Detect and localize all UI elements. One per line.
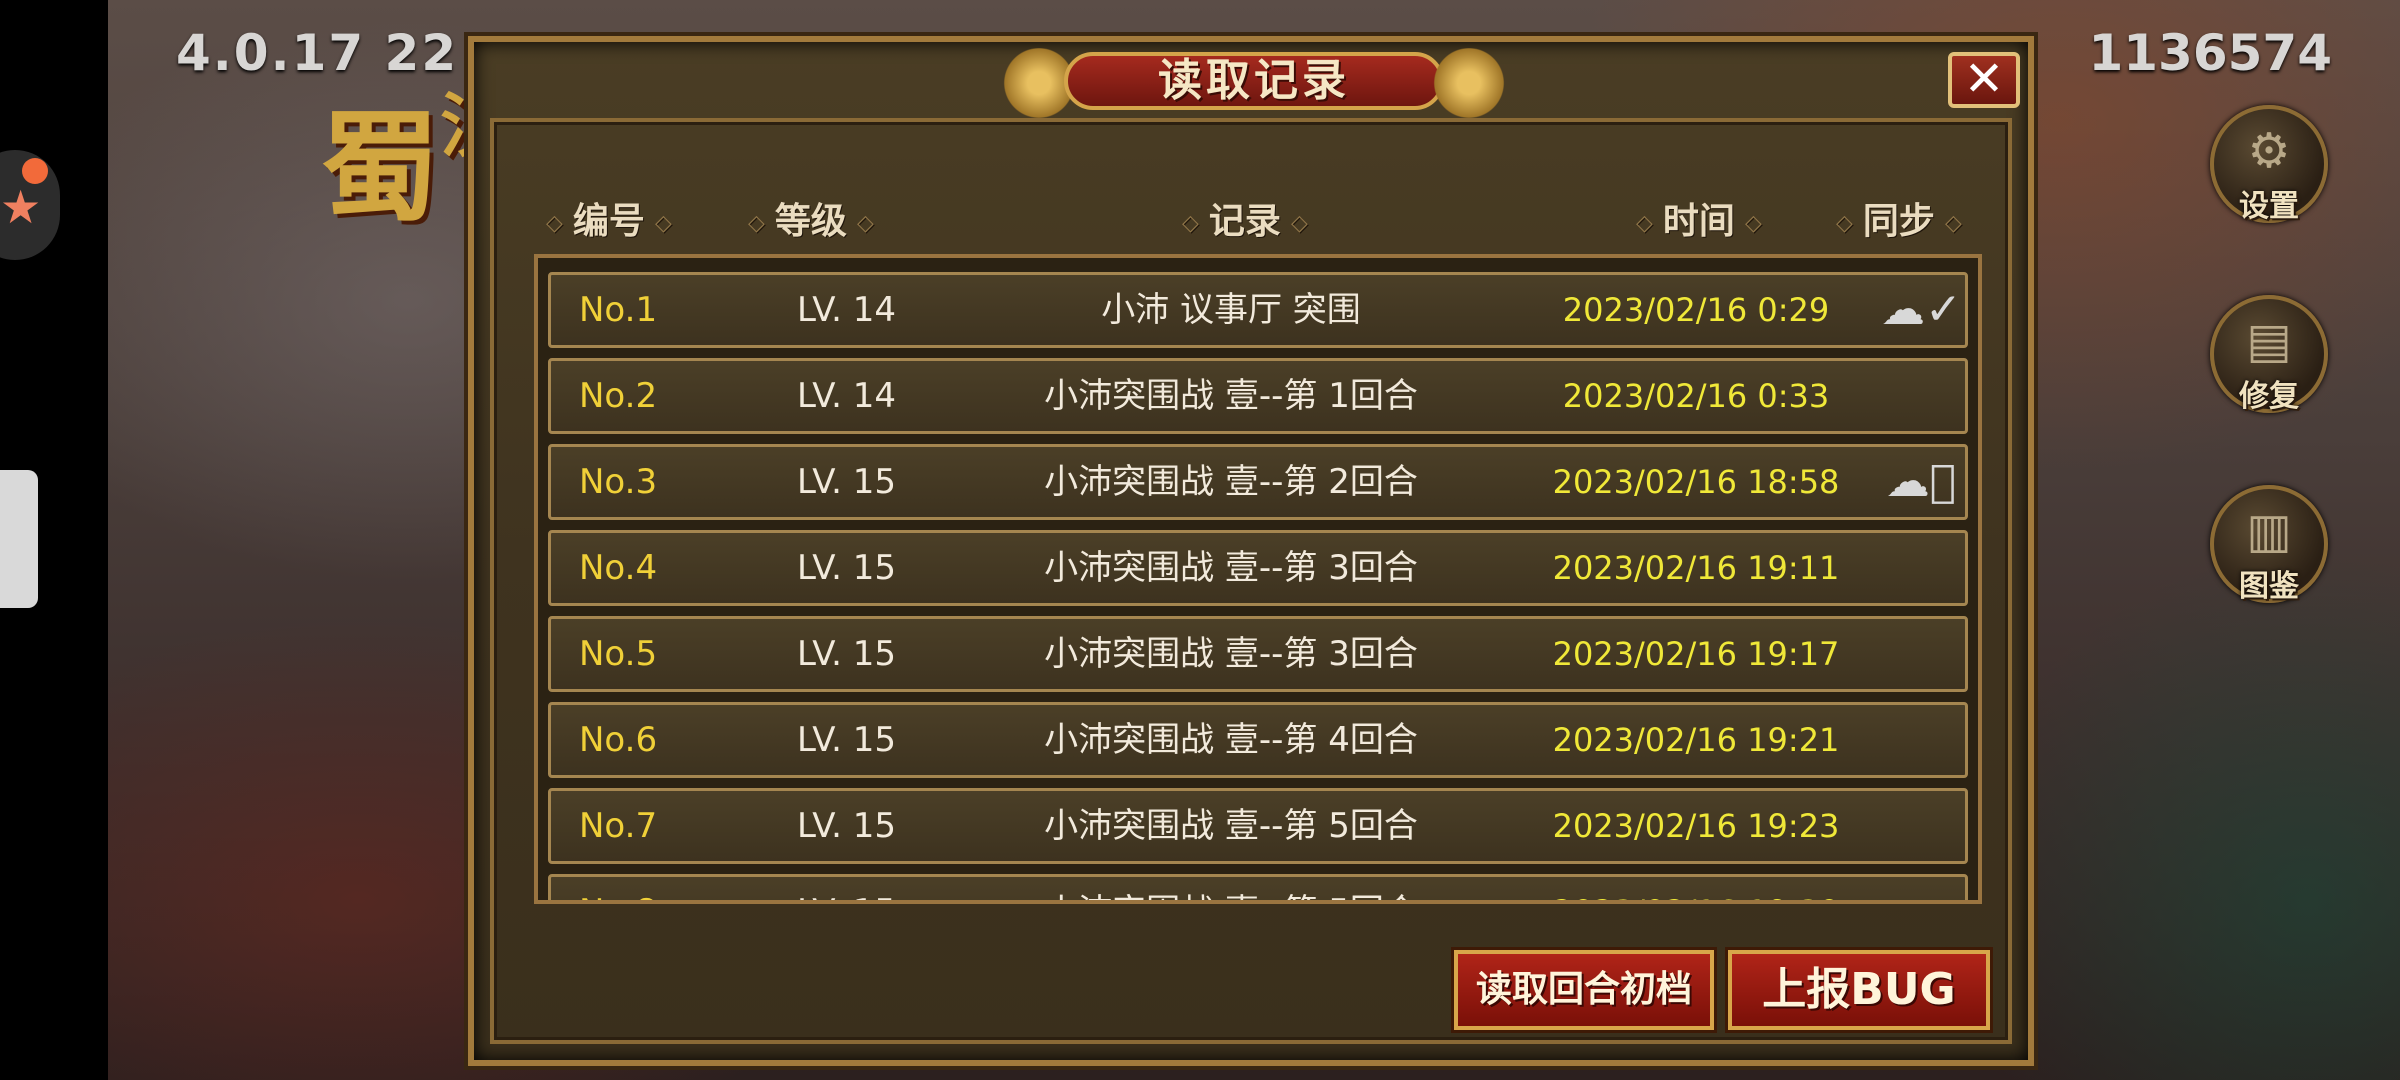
notification-dot bbox=[22, 158, 48, 184]
row-record: 小沛突围战 壹--第 1回合 bbox=[1044, 376, 1418, 416]
book-icon: ▥ bbox=[2246, 503, 2292, 559]
table-row[interactable]: No.5 LV. 15 小沛突围战 壹--第 3回合 2023/02/16 19… bbox=[548, 616, 1968, 692]
row-record: 小沛突围战 壹--第 4回合 bbox=[1044, 720, 1418, 760]
gear-icon: ⚙ bbox=[2247, 123, 2291, 179]
logo-main: 蜀 bbox=[320, 97, 440, 238]
row-time: 2023/02/16 19:23 bbox=[1552, 807, 1840, 845]
row-level: LV. 15 bbox=[797, 634, 896, 674]
row-level: LV. 14 bbox=[797, 376, 896, 416]
row-record: 小沛突围战 壹--第 3回合 bbox=[1044, 548, 1418, 588]
row-number: No.8 bbox=[579, 877, 657, 900]
row-level: LV. 15 bbox=[797, 462, 896, 502]
edge-panel-handle[interactable] bbox=[0, 470, 38, 608]
row-record: 小沛突围战 壹--第 2回合 bbox=[1044, 462, 1418, 502]
row-number: No.3 bbox=[579, 462, 658, 502]
row-time: 2023/02/16 19:11 bbox=[1552, 549, 1840, 587]
close-icon: ✕ bbox=[1963, 51, 2005, 107]
row-number: No.1 bbox=[579, 290, 658, 330]
row-level: LV. 14 bbox=[797, 290, 896, 330]
codex-button[interactable]: ▥ 图鉴 bbox=[2210, 485, 2328, 604]
table-row[interactable]: No.7 LV. 15 小沛突围战 壹--第 5回合 2023/02/16 19… bbox=[548, 788, 1968, 864]
load-record-dialog: 读取记录 ✕ 编号 等级 记录 时间 同步 No.1 LV. 14 小沛 议事厅… bbox=[468, 36, 2034, 1066]
column-header-sync: 同步 bbox=[1826, 192, 1972, 244]
settings-button[interactable]: ⚙ 设置 bbox=[2210, 105, 2328, 224]
star-icon: ★ bbox=[0, 180, 42, 234]
codex-label: 图鉴 bbox=[2239, 569, 2299, 604]
row-number: No.6 bbox=[579, 720, 658, 760]
column-header-level: 等级 bbox=[738, 192, 884, 244]
row-number: No.5 bbox=[579, 634, 658, 674]
row-level: LV. 15 bbox=[797, 877, 896, 900]
table-row[interactable]: No.4 LV. 15 小沛突围战 壹--第 3回合 2023/02/16 19… bbox=[548, 530, 1968, 606]
score-counter: 1136574 bbox=[2088, 24, 2332, 82]
close-button[interactable]: ✕ bbox=[1948, 52, 2020, 108]
book-arrow-icon: ▤ bbox=[2246, 313, 2292, 369]
row-time: 2023/02/16 19:21 bbox=[1552, 721, 1840, 759]
row-number: No.2 bbox=[579, 376, 658, 416]
row-time: 2023/02/16 0:29 bbox=[1562, 291, 1830, 329]
row-record: 小沛突围战 壹--第 5回合 bbox=[961, 877, 1501, 900]
dialog-title: 读取记录 bbox=[1158, 55, 1350, 106]
row-time: 2023/02/16 0:33 bbox=[1562, 377, 1830, 415]
repair-button[interactable]: ▤ 修复 bbox=[2210, 295, 2328, 414]
load-initial-save-button[interactable]: 读取回合初档 bbox=[1454, 950, 1714, 1030]
row-record: 小沛 议事厅 突围 bbox=[1101, 290, 1361, 330]
save-record-list[interactable]: No.1 LV. 14 小沛 议事厅 突围 2023/02/16 0:29 ☁✓… bbox=[534, 254, 1982, 904]
row-record: 小沛突围战 壹--第 5回合 bbox=[1044, 806, 1418, 846]
cloud-off-icon: ☁⃠ bbox=[1885, 456, 1957, 507]
column-header-number: 编号 bbox=[536, 192, 682, 244]
dialog-title-plate: 读取记录 bbox=[994, 42, 1514, 122]
row-number: No.7 bbox=[579, 806, 658, 846]
row-level: LV. 15 bbox=[797, 806, 896, 846]
table-row[interactable]: No.3 LV. 15 小沛突围战 壹--第 2回合 2023/02/16 18… bbox=[548, 444, 1968, 520]
row-time: 2023/02/16 19:30 bbox=[1551, 877, 1841, 900]
row-level: LV. 15 bbox=[797, 720, 896, 760]
column-header-time: 时间 bbox=[1626, 192, 1772, 244]
cloud-check-icon: ☁✓ bbox=[1881, 284, 1962, 335]
row-time: 2023/02/16 19:17 bbox=[1552, 635, 1840, 673]
settings-label: 设置 bbox=[2239, 189, 2299, 224]
column-header-record: 记录 bbox=[1172, 192, 1318, 244]
table-row[interactable]: No.6 LV. 15 小沛突围战 壹--第 4回合 2023/02/16 19… bbox=[548, 702, 1968, 778]
row-level: LV. 15 bbox=[797, 548, 896, 588]
table-row[interactable]: No.2 LV. 14 小沛突围战 壹--第 1回合 2023/02/16 0:… bbox=[548, 358, 1968, 434]
repair-label: 修复 bbox=[2239, 379, 2299, 414]
row-record: 小沛突围战 壹--第 3回合 bbox=[1044, 634, 1418, 674]
row-number: No.4 bbox=[579, 548, 658, 588]
table-row[interactable]: No.8 LV. 15 小沛突围战 壹--第 5回合 2023/02/16 19… bbox=[548, 874, 1968, 900]
report-bug-button[interactable]: 上报BUG bbox=[1728, 950, 1990, 1030]
table-row[interactable]: No.1 LV. 14 小沛 议事厅 突围 2023/02/16 0:29 ☁✓ bbox=[548, 272, 1968, 348]
row-time: 2023/02/16 18:58 bbox=[1552, 463, 1840, 501]
